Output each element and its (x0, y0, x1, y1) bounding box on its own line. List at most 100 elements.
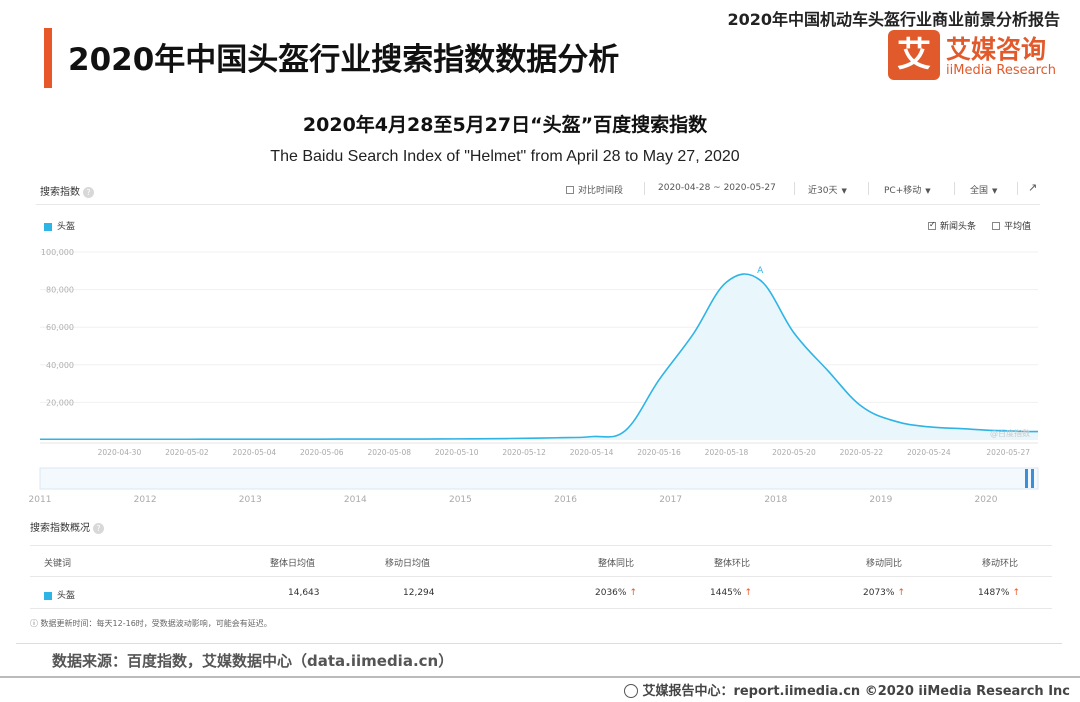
data-point[interactable] (554, 434, 562, 442)
globe-icon (624, 683, 639, 698)
data-point[interactable] (621, 427, 629, 435)
range-year-label: 2017 (659, 495, 682, 505)
range-year-label: 2013 (239, 495, 262, 505)
data-point[interactable] (756, 276, 764, 284)
y-tick-label: 20,000 (46, 398, 74, 407)
range-year-label: 2018 (764, 495, 787, 505)
column-header: 整体环比 (714, 559, 751, 569)
overall-yoy: 2036% (595, 588, 627, 598)
footer-text: 艾媒报告中心：report.iimedia.cn ©2020 iiMedia R… (642, 684, 1070, 699)
x-tick-label: 2020-05-14 (570, 448, 614, 457)
data-point[interactable] (453, 435, 461, 443)
update-note: ⓘ 数据更新时间：每天12-16时，受数据波动影响，可能会有延迟。 (30, 619, 272, 628)
x-tick-label: 2020-05-04 (233, 448, 277, 457)
data-point[interactable] (352, 435, 360, 443)
mobile-yoy: 2073% (863, 588, 895, 598)
column-header: 整体日均值 (270, 559, 316, 569)
x-tick-label: 2020-05-22 (840, 448, 884, 457)
range-track[interactable] (39, 467, 1039, 490)
table-bottom-border (30, 608, 1052, 609)
data-point[interactable] (722, 278, 730, 286)
y-tick-label: 80,000 (46, 286, 74, 295)
help-icon[interactable]: ? (93, 522, 104, 534)
overview-title: 搜索指数概况? (30, 519, 104, 534)
overview-title-text: 搜索指数概况 (30, 523, 90, 534)
range-year-label: 2014 (344, 495, 367, 505)
x-tick-label: 2020-05-02 (165, 448, 209, 457)
data-point[interactable] (891, 417, 899, 425)
data-point[interactable] (385, 435, 393, 443)
up-arrow-icon: ↑ (1012, 588, 1021, 598)
range-year-label: 2019 (869, 495, 892, 505)
data-point[interactable] (925, 423, 933, 431)
x-tick-label: 2020-05-06 (300, 448, 344, 457)
overall-daily-avg: 14,643 (288, 588, 320, 598)
data-point[interactable] (250, 435, 258, 443)
mobile-mom-cell: 1487% ↑ (978, 588, 1020, 598)
data-source: 数据来源：百度指数，艾媒数据中心（data.iimedia.cn） (52, 652, 454, 670)
range-handle[interactable] (1031, 469, 1034, 488)
x-axis-ticks: 2020-04-30 2020-05-02 2020-05-04 2020-05-06… (98, 448, 1031, 457)
overall-mom: 1445% (710, 588, 742, 598)
data-point[interactable] (284, 435, 292, 443)
legend-swatch (44, 591, 52, 600)
table-border (30, 545, 1052, 546)
x-tick-label: 2020-05-08 (367, 448, 411, 457)
data-point[interactable] (318, 435, 326, 443)
table-row-divider (30, 576, 1052, 577)
overall-mom-cell: 1445% ↑ (710, 588, 752, 598)
data-point[interactable] (520, 434, 528, 442)
series-line (40, 273, 1038, 441)
data-point[interactable] (115, 435, 123, 443)
range-year-label: 2015 (449, 495, 472, 505)
x-tick-label: 2020-04-30 (98, 448, 142, 457)
up-arrow-icon: ↑ (629, 588, 638, 598)
data-point[interactable] (48, 435, 56, 443)
data-point[interactable] (689, 331, 697, 339)
x-tick-label: 2020-05-18 (705, 448, 749, 457)
panel-bottom-border (16, 643, 1062, 644)
data-point[interactable] (419, 435, 427, 443)
x-tick-label: 2020-05-12 (502, 448, 546, 457)
data-point[interactable] (149, 435, 157, 443)
peak-marker[interactable]: A (757, 266, 764, 276)
range-year-label: 2011 (29, 495, 52, 505)
data-point[interactable] (183, 435, 191, 443)
column-header: 移动同比 (866, 559, 903, 569)
column-header: 整体同比 (598, 559, 635, 569)
range-year-label: 2012 (134, 495, 157, 505)
y-tick-label: 100,000 (41, 248, 74, 257)
keyword-text: 头盔 (57, 591, 76, 601)
x-tick-label: 2020-05-20 (772, 448, 816, 457)
data-point[interactable] (655, 376, 663, 384)
keyword-cell: 头盔 (44, 588, 75, 601)
mobile-yoy-cell: 2073% ↑ (863, 588, 905, 598)
footer-divider (0, 676, 1080, 678)
data-point[interactable] (217, 435, 225, 443)
range-handle[interactable] (1025, 469, 1028, 488)
overall-yoy-cell: 2036% ↑ (595, 588, 637, 598)
data-point[interactable] (588, 433, 596, 441)
column-header: 移动环比 (982, 559, 1019, 569)
area-fill (40, 273, 1038, 440)
range-year-label: 2020 (975, 495, 998, 505)
grid-lines (40, 251, 1038, 444)
up-arrow-icon: ↑ (744, 588, 753, 598)
data-point[interactable] (82, 435, 90, 443)
watermark: @百度指数 (990, 428, 1030, 438)
x-tick-label: 2020-05-16 (637, 448, 681, 457)
y-tick-label: 40,000 (46, 361, 74, 370)
data-point[interactable] (486, 435, 494, 443)
x-tick-label: 2020-05-24 (907, 448, 951, 457)
data-point[interactable] (790, 329, 798, 337)
range-year-label: 2016 (554, 495, 577, 505)
data-point[interactable] (959, 425, 967, 433)
data-point[interactable] (857, 402, 865, 410)
y-tick-label: 60,000 (46, 323, 74, 332)
up-arrow-icon: ↑ (897, 588, 906, 598)
x-tick-label: 2020-05-10 (435, 448, 479, 457)
y-axis-ticks: 20,000 40,000 60,000 80,000 100,000 (41, 248, 74, 407)
area-layer (40, 273, 1038, 443)
range-slider: 2011 2012 2013 2014 2015 2016 2017 2018 2019 2020 (29, 467, 1039, 505)
data-point[interactable] (824, 366, 832, 374)
